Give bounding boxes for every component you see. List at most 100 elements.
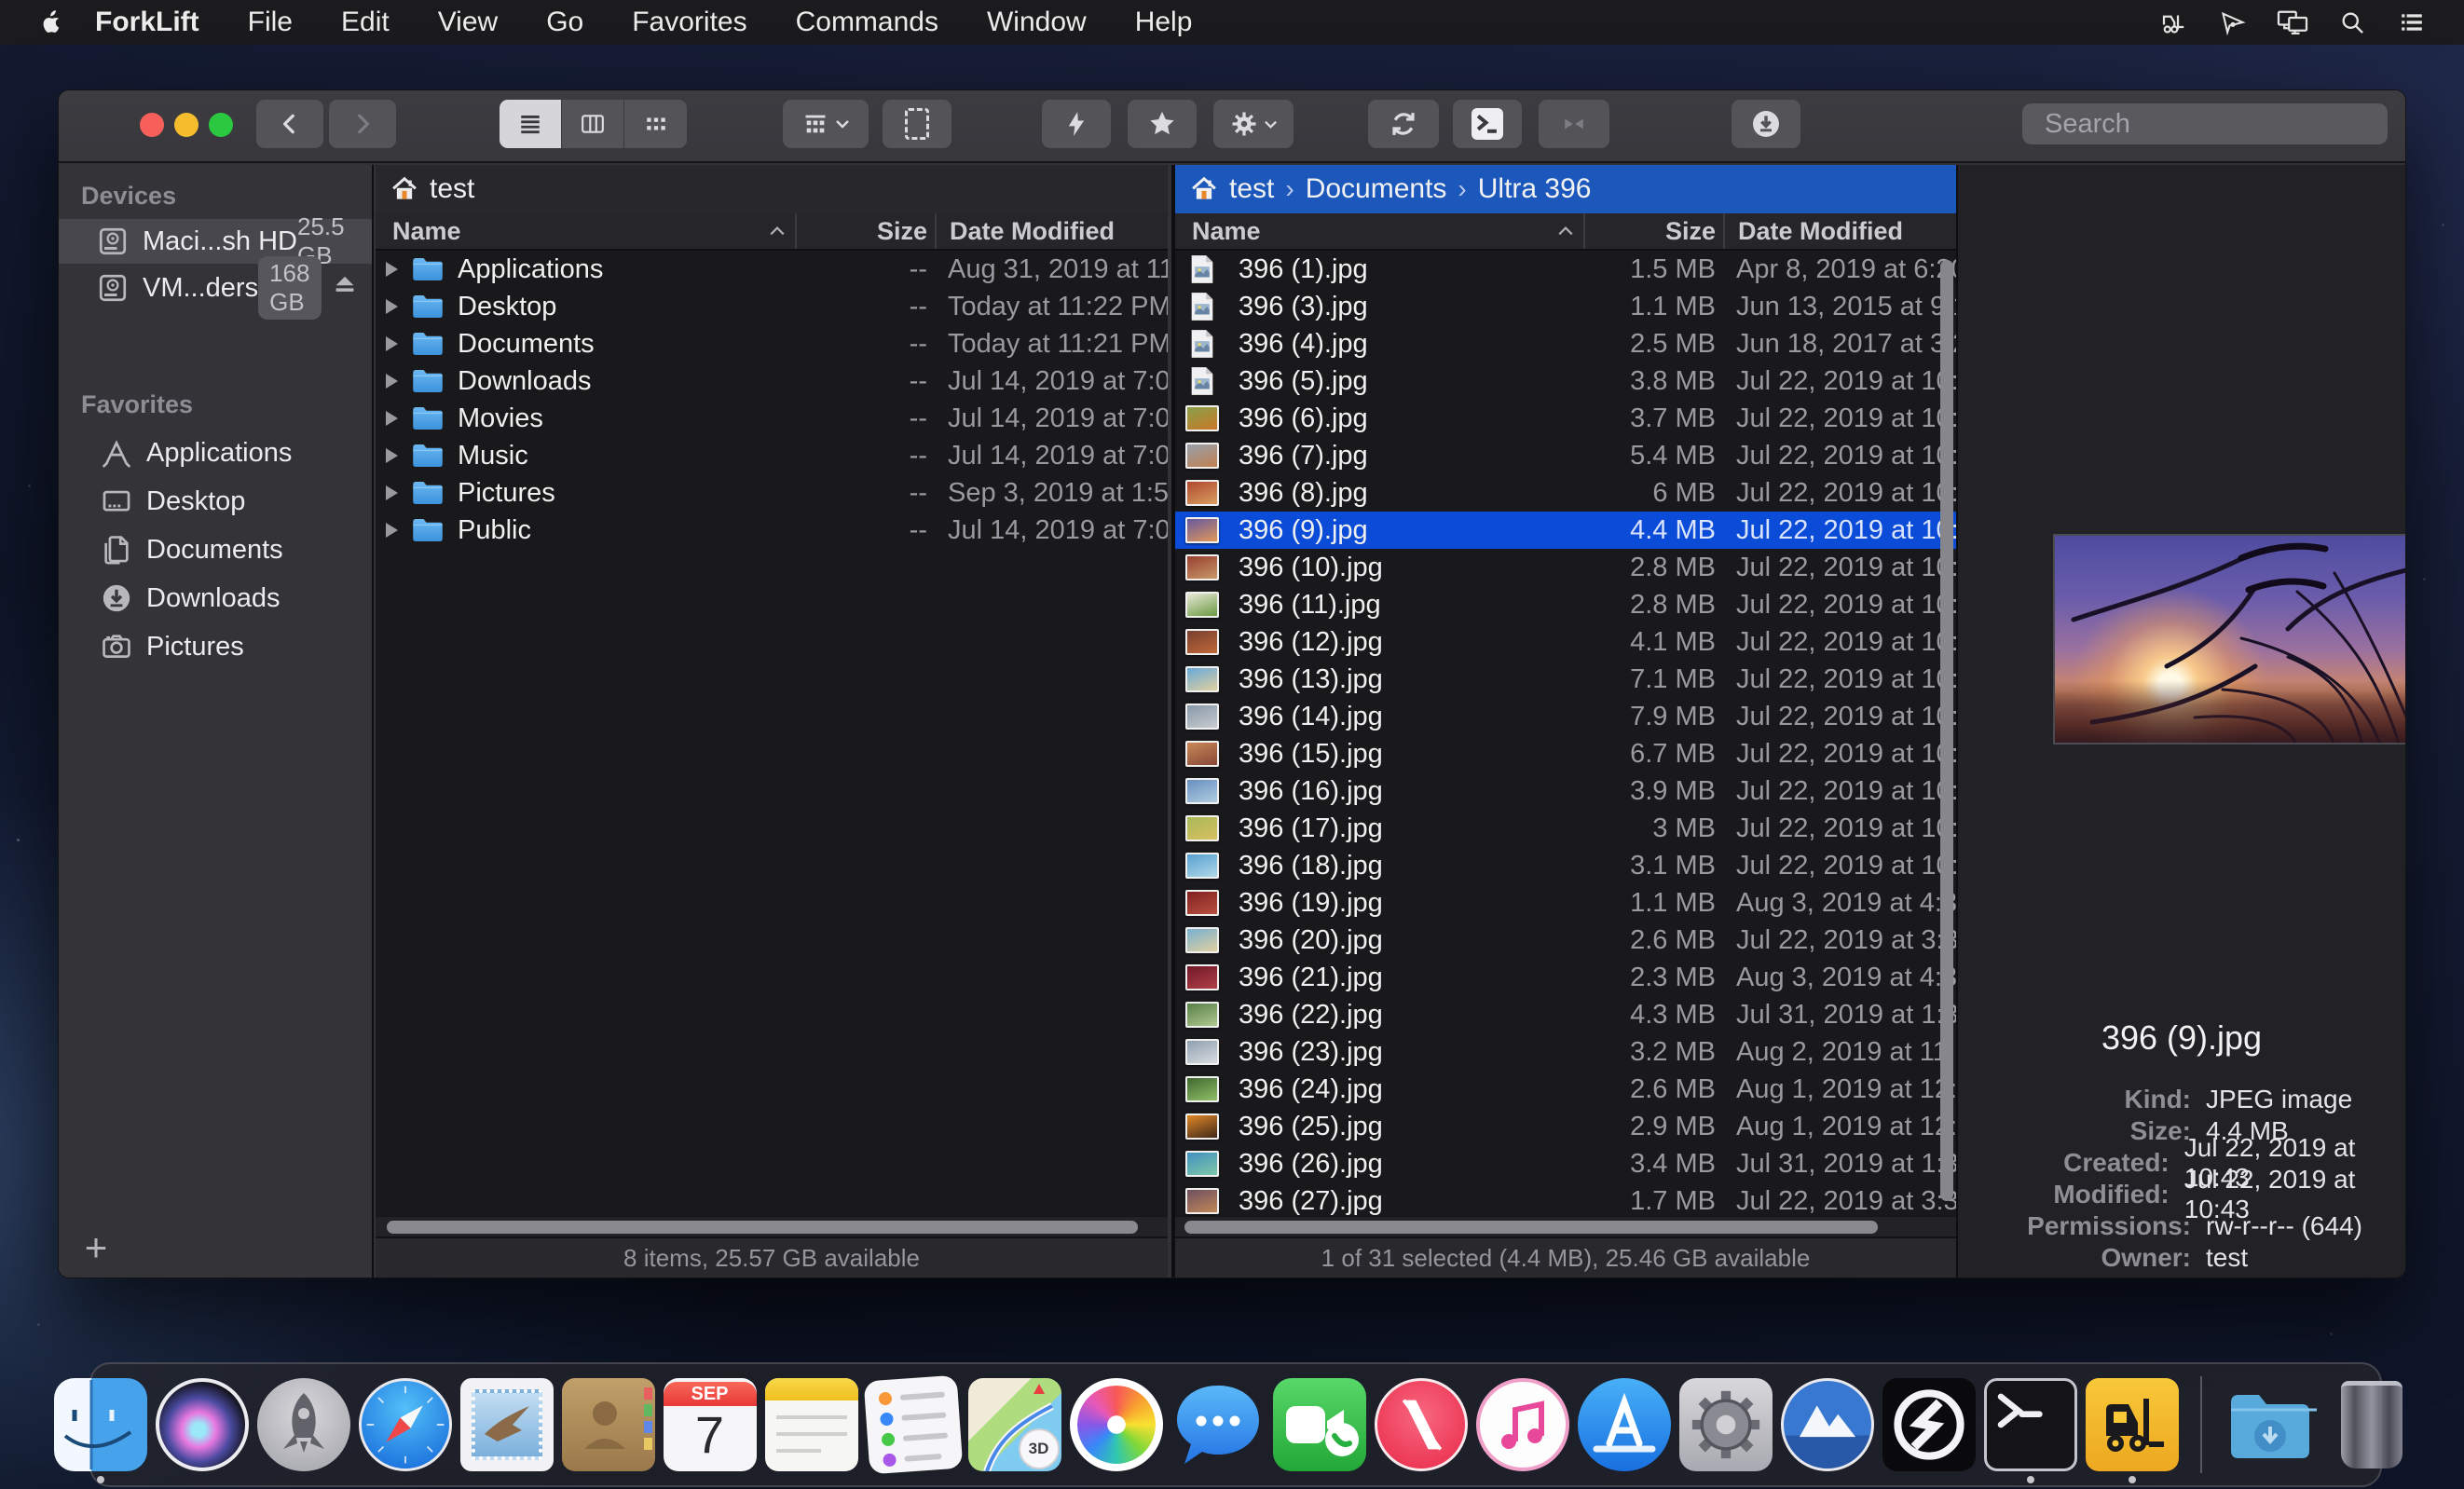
- menu-item-favorites[interactable]: Favorites: [608, 0, 771, 45]
- file-row-396-11-jpg[interactable]: 396 (11).jpg 2.8 MB Jul 22, 2019 at 10:4: [1175, 586, 1956, 623]
- file-row-pictures[interactable]: Pictures -- Sep 3, 2019 at 1:53…: [376, 474, 1168, 512]
- add-favorite-button[interactable]: +: [75, 1227, 116, 1268]
- file-row-396-6-jpg[interactable]: 396 (6).jpg 3.7 MB Jul 22, 2019 at 10:4: [1175, 400, 1956, 437]
- file-row-396-7-jpg[interactable]: 396 (7).jpg 5.4 MB Jul 22, 2019 at 10:4: [1175, 437, 1956, 474]
- transfer-button[interactable]: [1539, 100, 1609, 148]
- file-row-applications[interactable]: Applications -- Aug 31, 2019 at 11:0…: [376, 251, 1168, 288]
- file-row-396-21-jpg[interactable]: 396 (21).jpg 2.3 MB Aug 3, 2019 at 4:30: [1175, 959, 1956, 996]
- file-row-396-8-jpg[interactable]: 396 (8).jpg 6 MB Jul 22, 2019 at 10:4: [1175, 474, 1956, 512]
- file-row-396-20-jpg[interactable]: 396 (20).jpg 2.6 MB Jul 22, 2019 at 3:3: [1175, 922, 1956, 959]
- file-row-396-3-jpg[interactable]: 396 (3).jpg 1.1 MB Jun 13, 2015 at 9:1: [1175, 288, 1956, 325]
- file-row-396-14-jpg[interactable]: 396 (14).jpg 7.9 MB Jul 22, 2019 at 10:4: [1175, 698, 1956, 735]
- menu-list-icon[interactable]: [2382, 0, 2442, 45]
- file-row-396-10-jpg[interactable]: 396 (10).jpg 2.8 MB Jul 22, 2019 at 10:4: [1175, 549, 1956, 586]
- dock-item-facetime[interactable]: [1273, 1378, 1366, 1471]
- file-row-396-26-jpg[interactable]: 396 (26).jpg 3.4 MB Jul 31, 2019 at 1:3: [1175, 1145, 1956, 1182]
- apple-menu-icon[interactable]: [35, 8, 67, 36]
- icon-view-button[interactable]: [624, 100, 687, 148]
- dock-item-forklift[interactable]: [2086, 1378, 2179, 1471]
- sidebar-item-maci-sh-hd[interactable]: Maci...sh HD 25.5 GB: [59, 219, 372, 264]
- eject-icon[interactable]: [331, 270, 359, 306]
- column-header-name[interactable]: Name: [376, 217, 795, 246]
- dock-item-terminal[interactable]: [1984, 1378, 2077, 1471]
- file-row-396-18-jpg[interactable]: 396 (18).jpg 3.1 MB Jul 22, 2019 at 10:4: [1175, 847, 1956, 884]
- disclosure-triangle-icon[interactable]: [376, 485, 407, 500]
- dock-item-mail[interactable]: [460, 1378, 554, 1471]
- menu-item-window[interactable]: Window: [963, 0, 1111, 45]
- back-button[interactable]: [256, 100, 323, 148]
- dock-item-black-circle-app[interactable]: [1882, 1378, 1976, 1471]
- file-row-downloads[interactable]: Downloads -- Jul 14, 2019 at 7:04…: [376, 362, 1168, 400]
- dock-item-finder[interactable]: [54, 1378, 147, 1471]
- dock-item-system-preferences[interactable]: [1679, 1378, 1773, 1471]
- search-input[interactable]: [2045, 109, 2396, 140]
- sidebar-item-documents[interactable]: Documents: [59, 526, 372, 573]
- dock-item-calendar[interactable]: SEP7: [664, 1378, 757, 1471]
- file-row-396-15-jpg[interactable]: 396 (15).jpg 6.7 MB Jul 22, 2019 at 10:4: [1175, 735, 1956, 772]
- sidebar-item-applications[interactable]: Applications: [59, 430, 372, 476]
- search-field[interactable]: [2022, 103, 2388, 144]
- arrange-by-button[interactable]: [783, 100, 869, 148]
- forward-button[interactable]: [329, 100, 396, 148]
- list-view-button[interactable]: [500, 100, 562, 148]
- terminal-button[interactable]: [1453, 100, 1522, 148]
- dock-item-itunes[interactable]: [1476, 1378, 1569, 1471]
- breadcrumb-segment-ultra-396[interactable]: Ultra 396: [1478, 173, 1592, 204]
- disclosure-triangle-icon[interactable]: [376, 448, 407, 463]
- menu-item-commands[interactable]: Commands: [772, 0, 963, 45]
- disclosure-triangle-icon[interactable]: [376, 523, 407, 538]
- sidebar-item-pictures[interactable]: Pictures: [59, 623, 372, 670]
- column-header-date-modified[interactable]: Date Modified: [935, 213, 1168, 249]
- dock-item-launchpad[interactable]: [257, 1378, 350, 1471]
- dock-item-maps[interactable]: 3D: [968, 1378, 1061, 1471]
- dock-item-photos[interactable]: [1070, 1378, 1163, 1471]
- quick-actions-button[interactable]: [1042, 100, 1111, 148]
- search-icon[interactable]: [2322, 0, 2382, 45]
- file-row-396-27-jpg[interactable]: 396 (27).jpg 1.7 MB Jul 22, 2019 at 3:3: [1175, 1182, 1956, 1216]
- menu-app-name[interactable]: ForkLift: [67, 7, 224, 38]
- dock-item-notes[interactable]: [765, 1378, 858, 1471]
- file-row-396-22-jpg[interactable]: 396 (22).jpg 4.3 MB Jul 31, 2019 at 1:3: [1175, 996, 1956, 1033]
- menu-item-view[interactable]: View: [414, 0, 522, 45]
- menu-item-file[interactable]: File: [224, 0, 317, 45]
- sidebar-item-vm-ders[interactable]: VM...ders 168 GB: [59, 266, 372, 310]
- disclosure-triangle-icon[interactable]: [376, 336, 407, 351]
- column-header-date-modified[interactable]: Date Modified: [1723, 213, 1956, 249]
- column-header-size[interactable]: Size: [795, 213, 935, 249]
- right-pane-path-bar[interactable]: test›Documents›Ultra 396: [1175, 165, 1956, 213]
- dock-item-messages[interactable]: [1171, 1378, 1265, 1471]
- disclosure-triangle-icon[interactable]: [376, 374, 407, 389]
- file-row-396-13-jpg[interactable]: 396 (13).jpg 7.1 MB Jul 22, 2019 at 10:4: [1175, 661, 1956, 698]
- file-row-396-24-jpg[interactable]: 396 (24).jpg 2.6 MB Aug 1, 2019 at 12:5: [1175, 1071, 1956, 1108]
- file-row-396-9-jpg[interactable]: 396 (9).jpg 4.4 MB Jul 22, 2019 at 10:4: [1175, 512, 1956, 549]
- left-pane-path-bar[interactable]: test: [376, 165, 1168, 213]
- disclosure-triangle-icon[interactable]: [376, 411, 407, 426]
- menu-item-help[interactable]: Help: [1111, 0, 1217, 45]
- file-row-396-1-jpg[interactable]: 396 (1).jpg 1.5 MB Apr 8, 2019 at 6:20: [1175, 251, 1956, 288]
- minimize-window-button[interactable]: [174, 113, 198, 137]
- favorites-button[interactable]: [1128, 100, 1197, 148]
- menu-item-edit[interactable]: Edit: [317, 0, 414, 45]
- file-row-movies[interactable]: Movies -- Jul 14, 2019 at 7:04…: [376, 400, 1168, 437]
- breadcrumb-segment-test[interactable]: test: [1229, 173, 1274, 204]
- file-row-desktop[interactable]: Desktop -- Today at 11:22 PM: [376, 288, 1168, 325]
- actions-gear-button[interactable]: [1213, 100, 1294, 148]
- sidebar-item-downloads[interactable]: Downloads: [59, 575, 372, 622]
- select-marquee-button[interactable]: [883, 100, 951, 148]
- file-row-documents[interactable]: Documents -- Today at 11:21 PM: [376, 325, 1168, 362]
- disclosure-triangle-icon[interactable]: [376, 262, 407, 277]
- dock-item-news[interactable]: [1375, 1378, 1468, 1471]
- paper-plane-icon[interactable]: [2203, 0, 2263, 45]
- column-view-button[interactable]: [562, 100, 624, 148]
- dock-item-blue-mountain-app[interactable]: [1781, 1378, 1874, 1471]
- close-window-button[interactable]: [140, 113, 164, 137]
- right-vscroll-thumb[interactable]: [1940, 260, 1953, 1201]
- file-row-396-12-jpg[interactable]: 396 (12).jpg 4.1 MB Jul 22, 2019 at 10:4: [1175, 623, 1956, 661]
- dock-item-app-store[interactable]: [1578, 1378, 1671, 1471]
- file-row-music[interactable]: Music -- Jul 14, 2019 at 7:04…: [376, 437, 1168, 474]
- displays-icon[interactable]: [2263, 0, 2322, 45]
- file-row-396-4-jpg[interactable]: 396 (4).jpg 2.5 MB Jun 18, 2017 at 3:2: [1175, 325, 1956, 362]
- dock-item-contacts[interactable]: [562, 1378, 655, 1471]
- sidebar-item-desktop[interactable]: Desktop: [59, 478, 372, 525]
- file-row-396-16-jpg[interactable]: 396 (16).jpg 3.9 MB Jul 22, 2019 at 10:4: [1175, 772, 1956, 810]
